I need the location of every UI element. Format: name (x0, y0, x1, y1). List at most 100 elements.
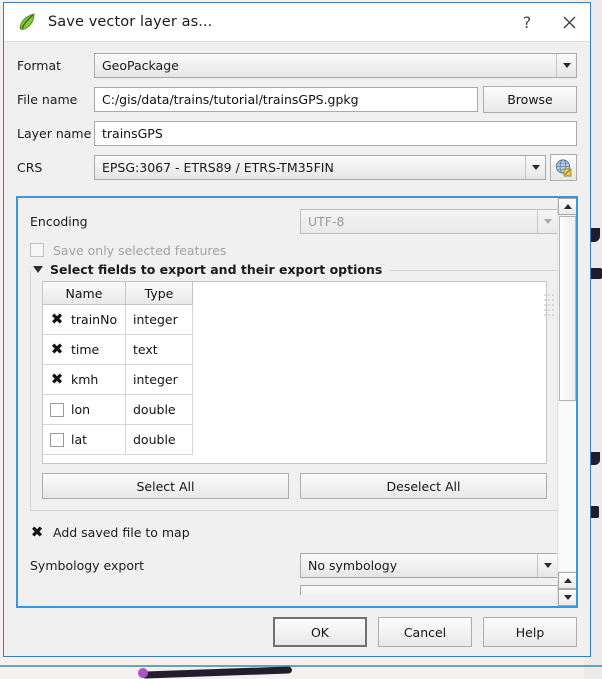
titlebar-close-button[interactable] (548, 3, 590, 41)
crs-value: EPSG:3067 - ETRS89 / ETRS-TM35FIN (102, 160, 334, 175)
crs-combobox[interactable]: EPSG:3067 - ETRS89 / ETRS-TM35FIN (94, 155, 546, 180)
chevron-down-icon (563, 595, 572, 600)
dialog-titlebar: Save vector layer as... ? (4, 3, 590, 42)
field-checkbox[interactable]: ✖ (50, 311, 64, 327)
cancel-button[interactable]: Cancel (378, 617, 472, 647)
chevron-down-icon (531, 165, 540, 170)
chevron-up-icon (563, 578, 572, 583)
field-name-cell[interactable]: ✖ trainNo (43, 304, 126, 335)
select-all-label: Select All (136, 478, 195, 494)
globe-crs-icon (555, 159, 572, 177)
field-checkbox[interactable]: ✖ (50, 341, 64, 357)
scrollbar-down-button[interactable] (558, 589, 576, 606)
titlebar-help-button[interactable]: ? (506, 3, 548, 41)
collapse-triangle-icon[interactable] (33, 266, 43, 273)
layer-name-row: Layer name trainsGPS (17, 120, 577, 147)
export-options-scroll-panel: Encoding UTF-8 Save only selected featur… (16, 196, 578, 608)
encoding-label: Encoding (30, 213, 88, 229)
dialog-button-box: OK Cancel Help (4, 608, 590, 656)
field-name-label: trainNo (71, 312, 118, 327)
select-fields-groupbox: Select fields to export and their export… (30, 262, 559, 511)
background-track-tick (278, 667, 283, 672)
scrollbar-up-button[interactable] (558, 198, 576, 215)
table-row[interactable]: ✖ trainNo integer (43, 304, 193, 335)
ok-label: OK (310, 624, 330, 640)
field-name-cell[interactable]: ✖ kmh (43, 364, 126, 395)
field-checkbox[interactable] (50, 402, 64, 417)
format-dropdown-arrow[interactable] (556, 54, 576, 77)
fields-table-header-row: Name Type (43, 282, 193, 305)
scrollbar-up-button-secondary[interactable] (558, 572, 576, 589)
format-value: GeoPackage (102, 58, 179, 73)
export-options-content: Encoding UTF-8 Save only selected featur… (18, 198, 571, 595)
background-track-line (141, 666, 293, 679)
column-header-type[interactable]: Type (125, 282, 193, 305)
layer-name-label: Layer name (17, 126, 92, 141)
background-track-feature (120, 666, 310, 679)
add-saved-file-checkbox[interactable]: ✖ (30, 524, 44, 539)
field-name-label: kmh (71, 372, 99, 387)
field-name-label: time (71, 342, 100, 357)
field-type-cell: integer (125, 364, 193, 395)
add-saved-file-label: Add saved file to map (53, 524, 190, 540)
fields-table: Name Type ✖ trainNo integer ✖ time text … (43, 282, 193, 455)
field-name-cell[interactable]: lon (43, 394, 126, 425)
field-type-cell: double (125, 424, 193, 455)
dialog-title: Save vector layer as... (48, 14, 213, 30)
encoding-combobox: UTF-8 (300, 208, 558, 234)
select-fields-group-header[interactable]: Select fields to export and their export… (31, 262, 558, 277)
table-row[interactable]: ✖ kmh integer (43, 364, 193, 395)
chevron-down-icon (562, 63, 571, 68)
panel-splitter-grip[interactable] (544, 294, 554, 320)
deselect-all-button[interactable]: Deselect All (300, 473, 547, 499)
crs-row: CRS EPSG:3067 - ETRS89 / ETRS-TM35FIN (17, 154, 577, 181)
symbology-export-combobox[interactable]: No symbology (300, 552, 558, 578)
field-checkbox[interactable]: ✖ (50, 371, 64, 387)
deselect-all-label: Deselect All (386, 478, 461, 494)
ok-button[interactable]: OK (273, 617, 367, 647)
file-name-row: File name C:/gis/data/trains/tutorial/tr… (17, 86, 577, 113)
crs-select-button[interactable] (550, 154, 577, 181)
symbology-export-label: Symbology export (30, 557, 145, 573)
add-saved-file-row[interactable]: ✖ Add saved file to map (30, 520, 559, 544)
table-row[interactable]: ✖ time text (43, 334, 193, 365)
layer-name-input[interactable]: trainsGPS (94, 121, 577, 146)
cancel-label: Cancel (403, 624, 447, 640)
symbology-export-row: Symbology export No symbology (30, 552, 559, 578)
table-row[interactable]: lat double (43, 424, 193, 455)
scrollbar-thumb[interactable] (559, 216, 576, 401)
scrollbar-track[interactable] (559, 402, 576, 570)
close-icon (563, 16, 575, 28)
format-combobox[interactable]: GeoPackage (94, 53, 577, 78)
symbology-export-value: No symbology (308, 557, 398, 573)
field-name-cell[interactable]: ✖ time (43, 334, 126, 365)
table-row[interactable]: lon double (43, 394, 193, 425)
browse-button[interactable]: Browse (483, 86, 577, 113)
save-only-selected-checkbox (30, 243, 44, 257)
group-divider-line (390, 269, 558, 271)
clipped-next-combobox[interactable] (300, 585, 558, 595)
options-vertical-scrollbar[interactable] (557, 198, 576, 606)
encoding-row: Encoding UTF-8 (30, 208, 559, 234)
field-checkbox[interactable] (50, 432, 64, 447)
select-all-button[interactable]: Select All (42, 473, 289, 499)
field-name-cell[interactable]: lat (43, 424, 126, 455)
save-only-selected-label: Save only selected features (53, 242, 227, 258)
layer-name-value: trainsGPS (102, 126, 163, 141)
chevron-down-icon (543, 562, 552, 568)
file-name-value: C:/gis/data/trains/tutorial/trainsGPS.gp… (102, 92, 359, 107)
select-fields-group-title: Select fields to export and their export… (50, 262, 391, 277)
background-track-point (138, 668, 148, 678)
field-name-label: lat (71, 432, 88, 447)
crs-dropdown-arrow[interactable] (525, 156, 545, 179)
format-row: Format GeoPackage (17, 52, 577, 79)
column-header-name[interactable]: Name (43, 282, 126, 305)
file-name-label: File name (17, 92, 78, 107)
field-name-label: lon (71, 402, 91, 417)
browse-label: Browse (507, 92, 553, 107)
help-button[interactable]: Help (483, 617, 577, 647)
symbology-dropdown-arrow[interactable] (537, 553, 557, 577)
file-name-input[interactable]: C:/gis/data/trains/tutorial/trainsGPS.gp… (94, 87, 478, 112)
fields-table-container[interactable]: Name Type ✖ trainNo integer ✖ time text … (42, 281, 547, 464)
encoding-dropdown-arrow (537, 209, 557, 233)
